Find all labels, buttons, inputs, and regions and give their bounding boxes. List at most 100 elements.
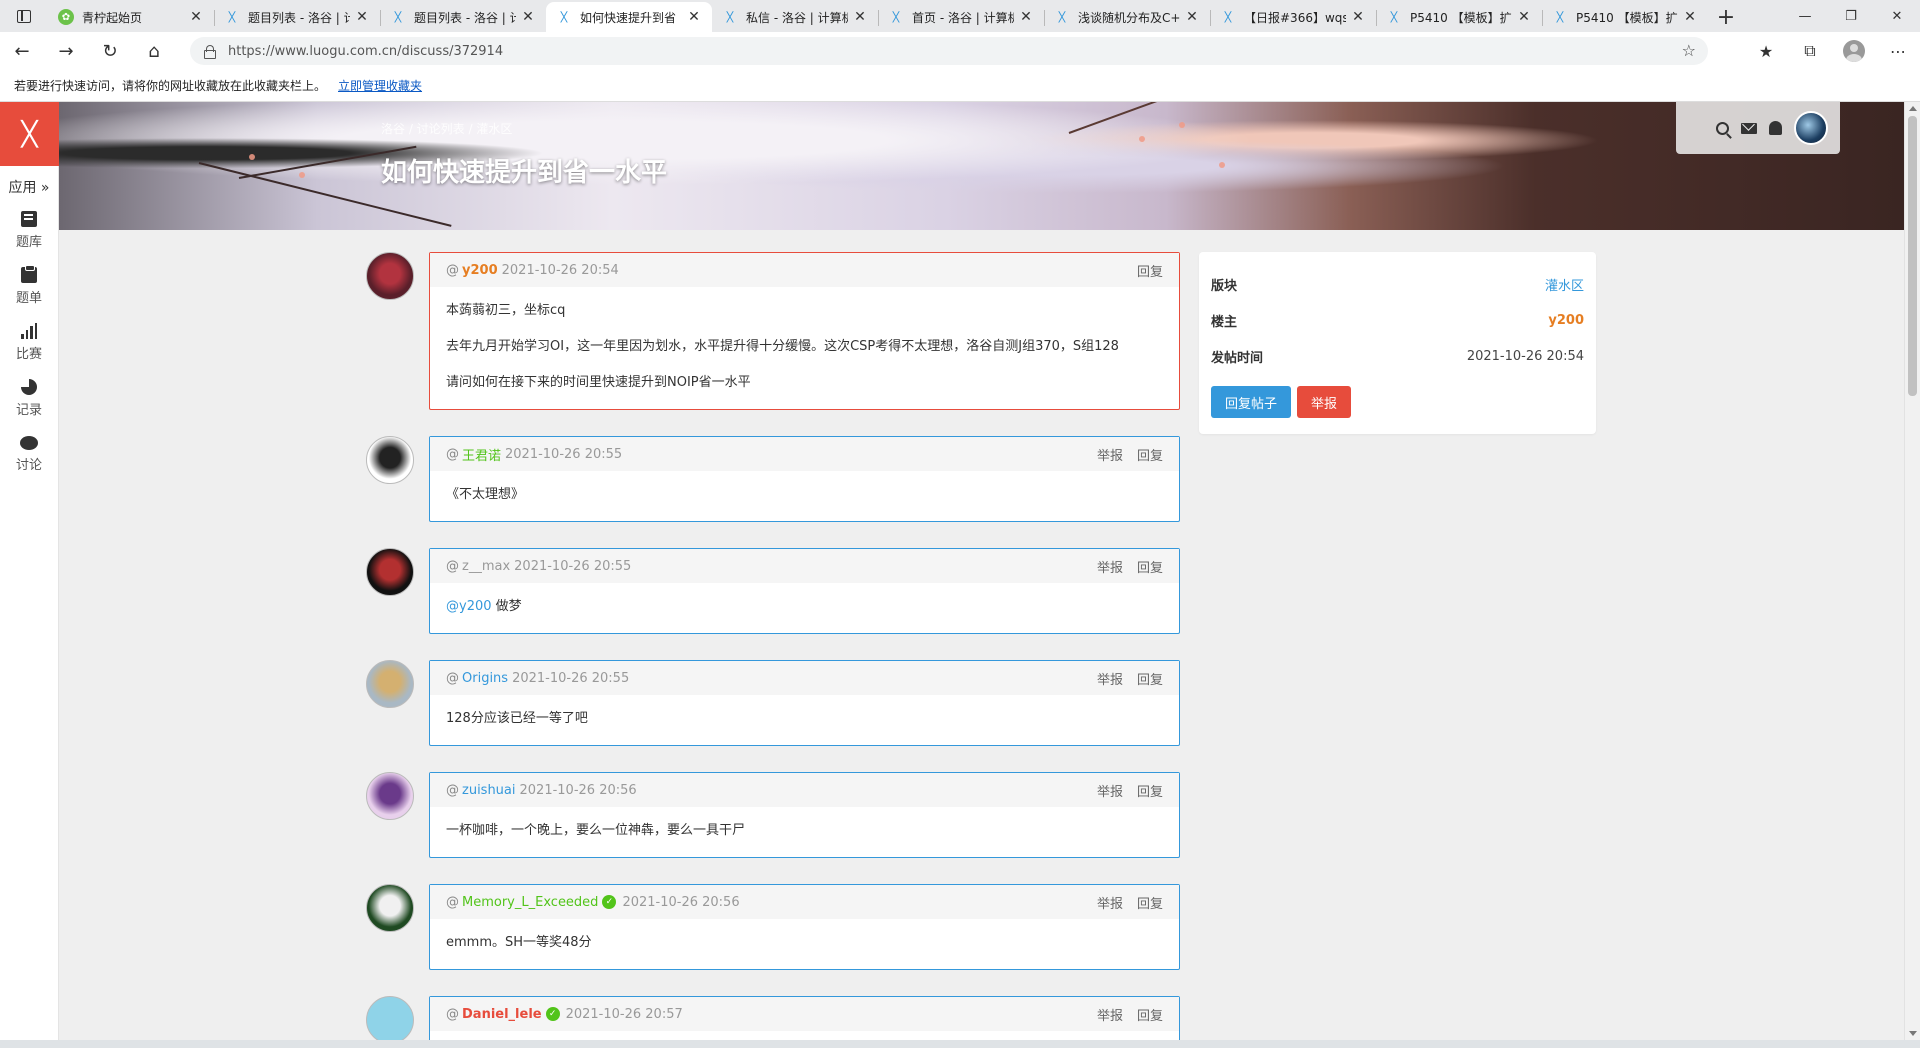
post-header: @ z__max 2021-10-26 20:55 举报 回复 <box>430 549 1179 583</box>
username-link[interactable]: Origins <box>462 671 508 686</box>
url-text[interactable]: https://www.luogu.com.cn/discuss/372914 <box>228 44 503 59</box>
reply-link[interactable]: 回复 <box>1137 261 1163 280</box>
sidebar-item-1[interactable]: 题单 <box>0 258 58 314</box>
close-window-button[interactable]: ✕ <box>1874 0 1920 32</box>
user-avatar[interactable] <box>366 548 414 596</box>
reply-list: @ y200 2021-10-26 20:54 回复 本蒟蒻初三，坐标cq 去年九月开始学… <box>366 252 1180 1040</box>
breadcrumb[interactable]: 洛谷 / 讨论列表 / 灌水区 <box>381 120 512 137</box>
search-icon[interactable] <box>1716 121 1729 135</box>
reply-link[interactable]: 回复 <box>1137 669 1163 688</box>
tab-actions-button[interactable] <box>0 0 48 32</box>
refresh-button[interactable]: ↻ <box>88 32 132 70</box>
scroll-down-arrow-icon[interactable] <box>1909 1031 1917 1036</box>
username-link[interactable]: 王君诺 <box>462 445 501 464</box>
report-link[interactable]: 举报 <box>1097 669 1123 688</box>
add-favorite-icon[interactable]: ☆ <box>1682 41 1696 60</box>
user-avatar[interactable] <box>366 660 414 708</box>
close-tab-icon[interactable]: ✕ <box>354 9 370 25</box>
post-actions: 举报 回复 <box>1097 669 1163 688</box>
sidebar-item-0[interactable]: 题库 <box>0 202 58 258</box>
browser-tab[interactable]: ᚷ 浅谈随机分布及C+ ✕ <box>1044 2 1210 32</box>
close-tab-icon[interactable]: ✕ <box>1184 9 1200 25</box>
post-content: 本蒟蒻初三，坐标cq 去年九月开始学习OI，这一年里因为划水，水平提升得十分缓慢。… <box>430 287 1179 409</box>
report-link[interactable]: 举报 <box>1097 557 1123 576</box>
forward-button[interactable]: → <box>44 32 88 70</box>
close-tab-icon[interactable]: ✕ <box>686 9 702 25</box>
browser-tab[interactable]: ✿ 青柠起始页 ✕ <box>48 2 214 32</box>
report-link[interactable]: 举报 <box>1097 781 1123 800</box>
mail-icon[interactable] <box>1741 122 1757 134</box>
username-link[interactable]: Daniel_lele <box>462 1007 542 1022</box>
info-value[interactable]: 灌水区 <box>1545 275 1584 294</box>
info-row: 发帖时间 2021-10-26 20:54 <box>1211 338 1584 374</box>
side-nav-list: 题库 题单 比赛 记录 讨论 <box>0 202 58 482</box>
info-row: 楼主 y200 <box>1211 302 1584 338</box>
user-toolbar <box>1676 102 1840 154</box>
browser-tab[interactable]: ᚷ 首页 - 洛谷 | 计算机 ✕ <box>878 2 1044 32</box>
user-avatar[interactable] <box>366 772 414 820</box>
banner-petal <box>249 154 255 160</box>
browser-tab[interactable]: ᚷ 如何快速提升到省 ✕ <box>546 2 712 32</box>
luogu-logo[interactable]: ᚷ <box>0 102 59 166</box>
browser-tab[interactable]: ᚷ P5410 【模板】扩 ✕ <box>1376 2 1542 32</box>
username-link[interactable]: zuishuai <box>462 783 516 798</box>
report-link[interactable]: 举报 <box>1097 445 1123 464</box>
bell-icon[interactable] <box>1769 121 1782 135</box>
username-link[interactable]: Memory_L_Exceeded <box>462 895 598 910</box>
report-link[interactable]: 举报 <box>1097 1005 1123 1024</box>
restore-button[interactable]: ❐ <box>1828 0 1874 32</box>
username-link[interactable]: z__max <box>462 559 510 574</box>
reply-link[interactable]: 回复 <box>1137 893 1163 912</box>
report-post-button[interactable]: 举报 <box>1297 386 1352 418</box>
reply-link[interactable]: 回复 <box>1137 1005 1163 1024</box>
manage-favorites-link[interactable]: 立即管理收藏夹 <box>338 77 422 94</box>
back-button[interactable]: ← <box>0 32 44 70</box>
minimize-button[interactable]: — <box>1782 0 1828 32</box>
sidebar-item-2[interactable]: 比赛 <box>0 314 58 370</box>
close-tab-icon[interactable]: ✕ <box>1350 9 1366 25</box>
mention-link[interactable]: @y200 <box>446 599 492 614</box>
favorites-button[interactable]: ★ <box>1744 32 1788 70</box>
username-link[interactable]: y200 <box>462 263 498 278</box>
info-row: 版块 灌水区 <box>1211 266 1584 302</box>
home-button[interactable]: ⌂ <box>132 32 176 70</box>
reply-link[interactable]: 回复 <box>1137 557 1163 576</box>
browser-tab[interactable]: ᚷ 题目列表 - 洛谷 | 计 ✕ <box>380 2 546 32</box>
close-tab-icon[interactable]: ✕ <box>1018 9 1034 25</box>
close-tab-icon[interactable]: ✕ <box>852 9 868 25</box>
close-tab-icon[interactable]: ✕ <box>188 9 204 25</box>
scroll-up-arrow-icon[interactable] <box>1909 106 1917 111</box>
more-menu-button[interactable]: ⋯ <box>1876 32 1920 70</box>
info-value[interactable]: y200 <box>1548 313 1584 328</box>
page-scrollbar[interactable] <box>1904 102 1920 1040</box>
reply-link[interactable]: 回复 <box>1137 445 1163 464</box>
user-avatar[interactable] <box>366 436 414 484</box>
browser-tab[interactable]: ᚷ P5410 【模板】扩 ✕ <box>1542 2 1708 32</box>
report-link[interactable]: 举报 <box>1097 893 1123 912</box>
reply-post: @ Memory_L_Exceeded ✓ 2021-10-26 20:56 举报 回复 e… <box>366 884 1180 970</box>
user-avatar[interactable] <box>366 884 414 932</box>
user-avatar[interactable] <box>366 996 414 1040</box>
profile-button[interactable] <box>1832 32 1876 70</box>
close-tab-icon[interactable]: ✕ <box>1682 9 1698 25</box>
apps-menu-button[interactable]: 应用 » <box>0 172 58 202</box>
close-tab-icon[interactable]: ✕ <box>1516 9 1532 25</box>
sidebar-item-4[interactable]: 讨论 <box>0 426 58 482</box>
taskbar-edge <box>0 1040 1920 1048</box>
reply-link[interactable]: 回复 <box>1137 781 1163 800</box>
scroll-thumb[interactable] <box>1908 116 1917 396</box>
user-avatar[interactable] <box>366 252 414 300</box>
browser-tab[interactable]: ᚷ 题目列表 - 洛谷 | 计 ✕ <box>214 2 380 32</box>
address-bar[interactable]: https://www.luogu.com.cn/discuss/372914 … <box>190 37 1708 65</box>
collections-button[interactable]: ⧉ <box>1788 32 1832 70</box>
browser-tab[interactable]: ᚷ 【日报#366】wqs ✕ <box>1210 2 1376 32</box>
close-tab-icon[interactable]: ✕ <box>520 9 536 25</box>
ellipsis-icon: ⋯ <box>1890 41 1906 61</box>
browser-tab[interactable]: ᚷ 私信 - 洛谷 | 计算机 ✕ <box>712 2 878 32</box>
new-tab-button[interactable]: + <box>1708 2 1744 32</box>
user-avatar[interactable] <box>1794 111 1828 145</box>
luogu-icon: ᚷ <box>726 10 734 24</box>
sidebar-item-3[interactable]: 记录 <box>0 370 58 426</box>
luogu-icon: ᚷ <box>560 10 568 24</box>
reply-post-button[interactable]: 回复帖子 <box>1211 386 1292 418</box>
